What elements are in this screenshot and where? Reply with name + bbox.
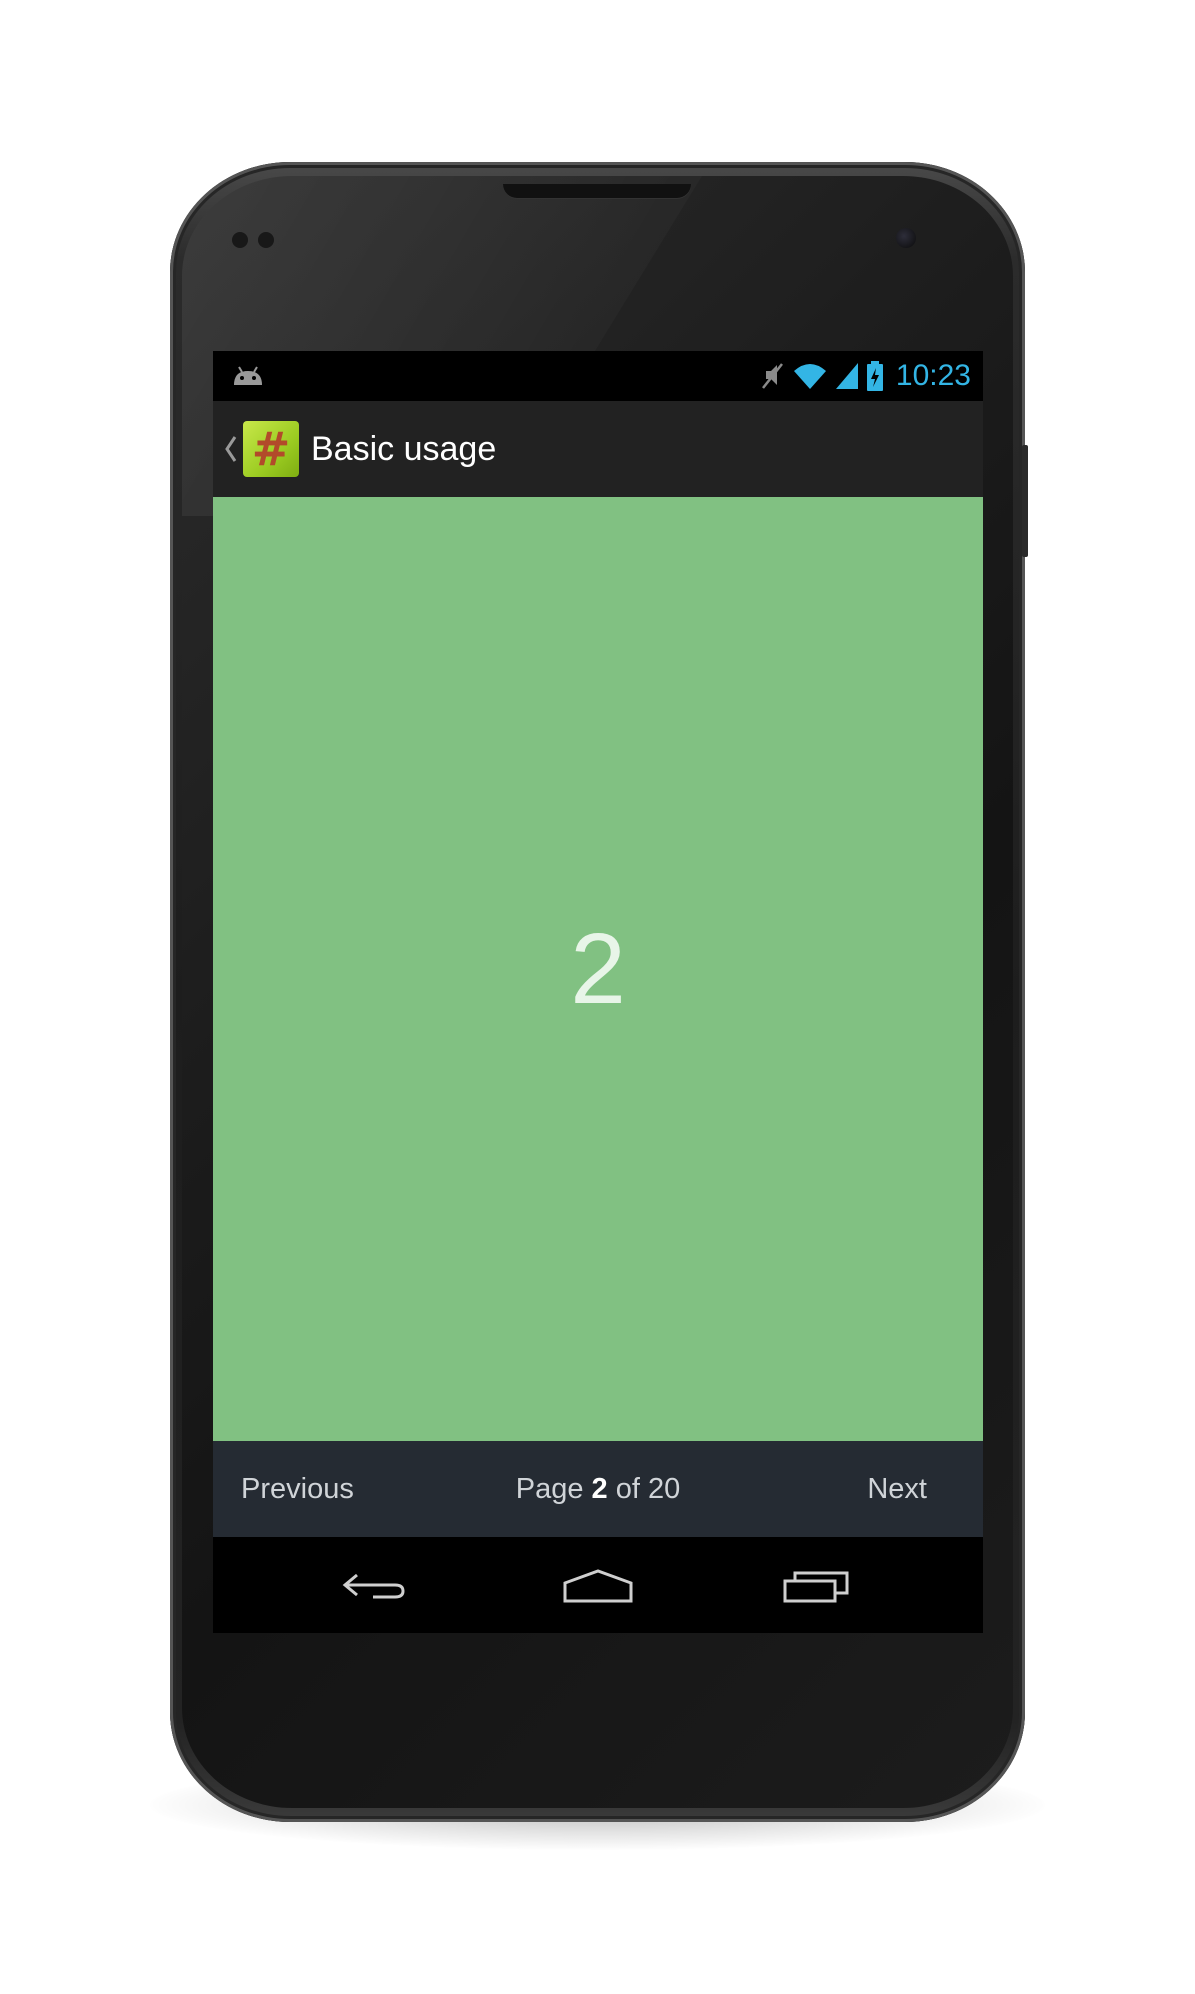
recent-apps-icon[interactable] [773, 1557, 863, 1613]
current-page: 2 [591, 1473, 608, 1505]
wifi-icon [793, 364, 826, 389]
page-title: Basic usage [311, 430, 497, 468]
signal-icon [835, 363, 858, 389]
android-notification-icon [234, 366, 262, 385]
page-total: of 20 [615, 1473, 681, 1505]
battery-charging-icon [866, 361, 883, 391]
power-button[interactable] [1022, 445, 1028, 557]
app-icon-glyph: # [251, 422, 291, 476]
view-pager[interactable]: 2 [213, 497, 983, 1441]
proximity-sensor [232, 232, 248, 248]
status-clock: 10:23 [895, 359, 971, 392]
pagination-bar: Previous Page 2 of 20 Next [213, 1441, 983, 1537]
mute-icon [761, 363, 783, 389]
front-camera [896, 228, 916, 248]
page-prefix: Page [515, 1473, 584, 1505]
status-bar: 10:23 [213, 351, 983, 401]
device-screen: 10:23 # Basic usage 2 Previous Page 2 of… [213, 351, 983, 1633]
up-navigation-icon[interactable] [221, 427, 239, 471]
next-button[interactable]: Next [867, 1441, 927, 1537]
page-content-number: 2 [570, 912, 626, 1025]
earpiece-speaker [503, 184, 691, 198]
app-icon[interactable]: # [243, 421, 299, 477]
navigation-bar [213, 1537, 983, 1633]
action-bar: # Basic usage [213, 401, 983, 497]
light-sensor [258, 232, 274, 248]
status-icons: 10:23 [760, 351, 971, 401]
back-icon[interactable] [333, 1557, 423, 1613]
home-icon[interactable] [553, 1557, 643, 1613]
